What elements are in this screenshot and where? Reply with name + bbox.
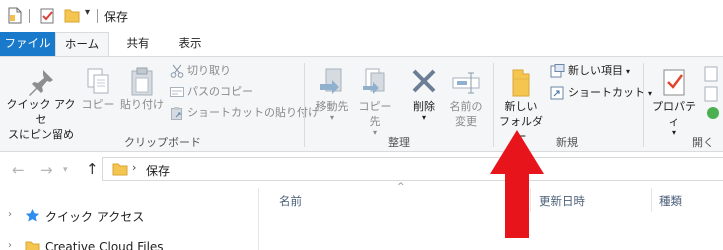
column-header-name[interactable]: 名前 bbox=[279, 193, 302, 209]
properties-icon bbox=[663, 69, 685, 96]
open-group-label: 開く bbox=[692, 136, 714, 149]
delete-button[interactable]: 削除 ▾ bbox=[404, 67, 444, 122]
pin-icon bbox=[29, 70, 53, 96]
paste-button[interactable]: 貼り付け bbox=[118, 67, 166, 112]
paste-icon bbox=[131, 67, 153, 96]
shortcut-icon bbox=[550, 86, 564, 100]
paste-shortcut-icon bbox=[171, 107, 182, 120]
column-divider[interactable] bbox=[651, 188, 652, 212]
ribbon: クイック アクセ スにピン留め コピー 貼り付け 切り取り パスのコピー ショー… bbox=[0, 56, 723, 152]
rename-button[interactable]: 名前の 変更 bbox=[444, 67, 488, 129]
new-item-icon bbox=[550, 64, 565, 78]
group-separator bbox=[643, 63, 644, 147]
tab-file[interactable]: ファイル bbox=[0, 32, 55, 56]
copy-path-icon bbox=[170, 87, 184, 97]
organize-group-label: 整理 bbox=[388, 136, 410, 149]
folder-icon bbox=[25, 241, 40, 250]
group-separator bbox=[304, 63, 305, 147]
move-to-button[interactable]: 移動先 ▾ bbox=[310, 67, 354, 122]
paste-shortcut-button[interactable]: ショートカットの貼り付け bbox=[170, 104, 319, 122]
new-folder-icon bbox=[512, 69, 530, 97]
open-group-small-icons[interactable] bbox=[703, 65, 723, 125]
quick-access-star-icon bbox=[25, 209, 40, 222]
nav-item-creative-cloud[interactable]: Creative Cloud Files bbox=[45, 240, 164, 250]
copy-button[interactable]: コピー bbox=[80, 67, 116, 112]
title-bar: ▾ 保存 bbox=[0, 0, 723, 32]
forward-arrow-icon[interactable]: → bbox=[40, 161, 53, 179]
breadcrumb-path[interactable]: 保存 bbox=[146, 162, 170, 179]
red-annotation-arrow bbox=[490, 130, 544, 238]
document-icon[interactable] bbox=[8, 7, 22, 24]
navigation-bar: ← → ▾ ↑ › 保存 bbox=[0, 152, 723, 188]
ribbon-tabs: ファイル ホーム 共有 表示 bbox=[0, 32, 723, 57]
delete-x-icon bbox=[412, 69, 436, 93]
back-arrow-icon[interactable]: ← bbox=[12, 161, 25, 179]
move-to-icon bbox=[320, 68, 342, 94]
properties-check-icon[interactable] bbox=[40, 7, 55, 24]
breadcrumb-chevron[interactable]: › bbox=[132, 161, 136, 174]
scissors-icon bbox=[170, 64, 184, 78]
cut-button[interactable]: 切り取り bbox=[170, 62, 231, 80]
recent-locations-chevron-icon[interactable]: ▾ bbox=[63, 165, 68, 175]
address-bar[interactable]: › 保存 bbox=[102, 157, 723, 181]
expand-chevron-icon[interactable]: › bbox=[8, 209, 12, 220]
rename-icon bbox=[452, 72, 480, 94]
shortcut-button[interactable]: ショートカット ▾ bbox=[550, 84, 652, 102]
nav-pane-divider[interactable] bbox=[258, 188, 259, 250]
new-item-button[interactable]: 新しい項目 ▾ bbox=[550, 62, 630, 80]
qat-separator bbox=[29, 9, 30, 23]
folder-icon bbox=[112, 163, 128, 176]
qat-dropdown-icon[interactable]: ▾ bbox=[85, 7, 90, 18]
copy-to-icon bbox=[363, 68, 385, 94]
tab-view[interactable]: 表示 bbox=[166, 32, 214, 56]
copy-icon bbox=[87, 68, 109, 94]
window-title: 保存 bbox=[104, 10, 129, 24]
nav-item-quick-access[interactable]: クイック アクセス bbox=[45, 208, 144, 225]
properties-button[interactable]: プロパティ ▾ bbox=[648, 67, 700, 137]
tab-home[interactable]: ホーム bbox=[55, 32, 109, 57]
copy-to-button[interactable]: コピー先 ▾ bbox=[354, 67, 396, 137]
new-group-label: 新規 bbox=[556, 136, 578, 149]
new-folder-qat-icon[interactable] bbox=[64, 7, 80, 24]
pin-to-quick-access-button[interactable]: クイック アクセ スにピン留め bbox=[6, 67, 76, 142]
column-header-type[interactable]: 種類 bbox=[659, 193, 682, 209]
copy-path-button[interactable]: パスのコピー bbox=[170, 83, 253, 101]
expand-chevron-icon[interactable]: › bbox=[8, 240, 12, 250]
up-arrow-icon[interactable]: ↑ bbox=[86, 160, 99, 178]
title-separator bbox=[97, 9, 98, 23]
clipboard-group-label: クリップボード bbox=[124, 136, 201, 149]
content-area: › クイック アクセス › Creative Cloud Files ^ 名前 … bbox=[0, 182, 723, 250]
sort-ascending-icon: ^ bbox=[397, 182, 405, 192]
tab-share[interactable]: 共有 bbox=[113, 32, 163, 56]
